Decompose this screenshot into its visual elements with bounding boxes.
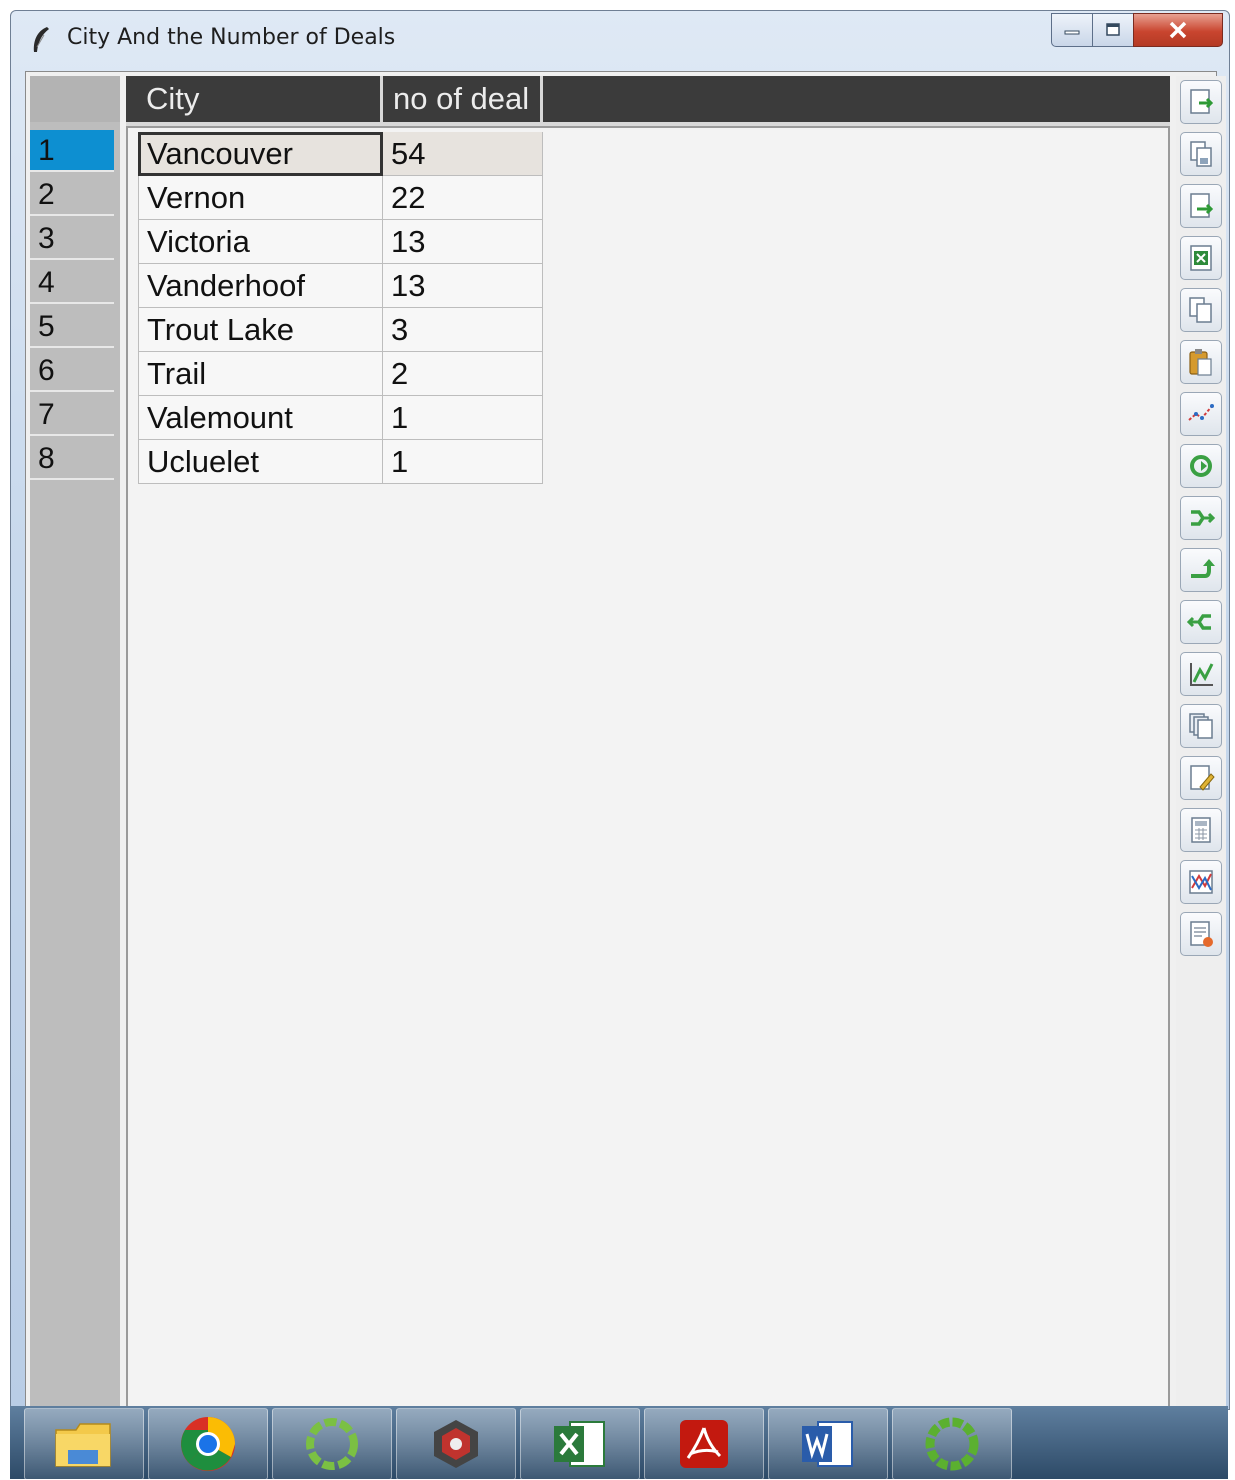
client-area: 1 2 3 4 5 6 7 8 City no of deal Vancouve…	[25, 71, 1226, 1411]
taskbar-green-ring-app[interactable]	[272, 1408, 392, 1480]
column-header-deals[interactable]: no of deal	[383, 76, 543, 122]
chart-icon	[1190, 663, 1214, 686]
taskbar-chrome[interactable]	[148, 1408, 268, 1480]
corner-cell[interactable]	[30, 76, 120, 122]
import-icon	[1190, 89, 1214, 114]
city-cell[interactable]: Vanderhoof	[138, 264, 383, 308]
green-ring-app-icon-2	[925, 1417, 979, 1471]
data-grid: City no of deal Vancouver 54 Vernon 22 V…	[126, 76, 1170, 1410]
table-header: City no of deal	[126, 76, 1170, 126]
taskbar-acrobat[interactable]	[644, 1408, 764, 1480]
row-number[interactable]: 1	[30, 130, 114, 172]
export-icon	[1190, 193, 1214, 218]
undo-icon	[1191, 559, 1215, 578]
row-number[interactable]: 2	[30, 174, 114, 216]
minimize-icon	[1064, 30, 1080, 35]
feather-icon	[33, 27, 49, 52]
row-number[interactable]: 8	[30, 438, 114, 480]
city-cell[interactable]: Trout Lake	[138, 308, 383, 352]
graph-button[interactable]	[1180, 860, 1222, 904]
taskbar-file-explorer[interactable]	[24, 1408, 144, 1480]
window-title: City And the Number of Deals	[67, 25, 396, 50]
row-number[interactable]: 7	[30, 394, 114, 436]
green-ring-app-icon	[306, 1418, 358, 1470]
close-button[interactable]	[1133, 13, 1223, 47]
refresh-icon	[1190, 455, 1212, 477]
report-button[interactable]	[1180, 912, 1222, 956]
copy-icon	[1189, 297, 1212, 323]
side-toolbar	[1176, 76, 1226, 1406]
calculator-icon	[1191, 817, 1211, 843]
report-icon	[1190, 921, 1213, 947]
row-number[interactable]: 5	[30, 306, 114, 348]
merge-icon	[1191, 510, 1215, 526]
taskbar-green-ring-app-2[interactable]	[892, 1408, 1012, 1480]
merge-button[interactable]	[1180, 496, 1222, 540]
app-window: City And the Number of Deals 1 2 3 4 5 6…	[10, 10, 1230, 1411]
taskbar	[10, 1406, 1228, 1480]
column-header-city[interactable]: City	[136, 76, 383, 122]
save-button[interactable]	[1180, 132, 1222, 176]
taskbar-excel[interactable]	[520, 1408, 640, 1480]
import-button[interactable]	[1180, 80, 1222, 124]
deals-cell[interactable]: 13	[383, 220, 543, 264]
deals-cell[interactable]: 54	[383, 132, 543, 176]
duplicate-button[interactable]	[1180, 704, 1222, 748]
row-number[interactable]: 4	[30, 262, 114, 304]
paste-icon	[1189, 349, 1212, 376]
export-button[interactable]	[1180, 184, 1222, 228]
deals-cell[interactable]: 1	[383, 396, 543, 440]
deals-cell[interactable]: 2	[383, 352, 543, 396]
close-icon	[1169, 21, 1187, 39]
city-cell[interactable]: Victoria	[138, 220, 383, 264]
deals-cell[interactable]: 22	[383, 176, 543, 220]
undo-button[interactable]	[1180, 548, 1222, 592]
plot-icon	[1188, 404, 1214, 421]
calculator-button[interactable]	[1180, 808, 1222, 852]
file-explorer-icon	[55, 1423, 111, 1467]
city-cell[interactable]: Valemount	[138, 396, 383, 440]
paste-button[interactable]	[1180, 340, 1222, 384]
duplicate-icon	[1189, 713, 1213, 739]
plot-button[interactable]	[1180, 392, 1222, 436]
edit-file-button[interactable]	[1180, 756, 1222, 800]
taskbar-spider-app[interactable]	[396, 1408, 516, 1480]
chrome-icon	[181, 1417, 235, 1471]
edit-file-icon	[1190, 765, 1215, 791]
save-icon	[1190, 141, 1212, 167]
excel-icon	[554, 1421, 605, 1467]
title-bar[interactable]: City And the Number of Deals	[11, 11, 1229, 69]
city-cell[interactable]: Ucluelet	[138, 440, 383, 484]
row-number[interactable]: 6	[30, 350, 114, 392]
acrobat-icon	[680, 1420, 728, 1468]
deals-cell[interactable]: 13	[383, 264, 543, 308]
spider-app-icon	[434, 1420, 478, 1468]
refresh-button[interactable]	[1180, 444, 1222, 488]
minimize-button[interactable]	[1051, 13, 1093, 47]
deals-cell[interactable]: 1	[383, 440, 543, 484]
table-body: Vancouver 54 Vernon 22 Victoria 13 Vande…	[126, 126, 1170, 1410]
city-cell[interactable]: Vernon	[138, 176, 383, 220]
chart-button[interactable]	[1180, 652, 1222, 696]
row-number[interactable]: 3	[30, 218, 114, 260]
split-icon	[1187, 614, 1211, 630]
city-cell[interactable]: Trail	[138, 352, 383, 396]
maximize-icon	[1106, 23, 1120, 36]
row-number-column: 1 2 3 4 5 6 7 8	[30, 76, 120, 1410]
excel-export-icon	[1190, 245, 1212, 271]
window-controls	[1051, 13, 1223, 47]
maximize-button[interactable]	[1092, 13, 1134, 47]
copy-button[interactable]	[1180, 288, 1222, 332]
graph-icon	[1189, 870, 1213, 894]
split-button[interactable]	[1180, 600, 1222, 644]
excel-export-button[interactable]	[1180, 236, 1222, 280]
taskbar-word[interactable]	[768, 1408, 888, 1480]
city-cell[interactable]: Vancouver	[138, 132, 383, 176]
word-icon	[802, 1421, 853, 1467]
deals-cell[interactable]: 3	[383, 308, 543, 352]
